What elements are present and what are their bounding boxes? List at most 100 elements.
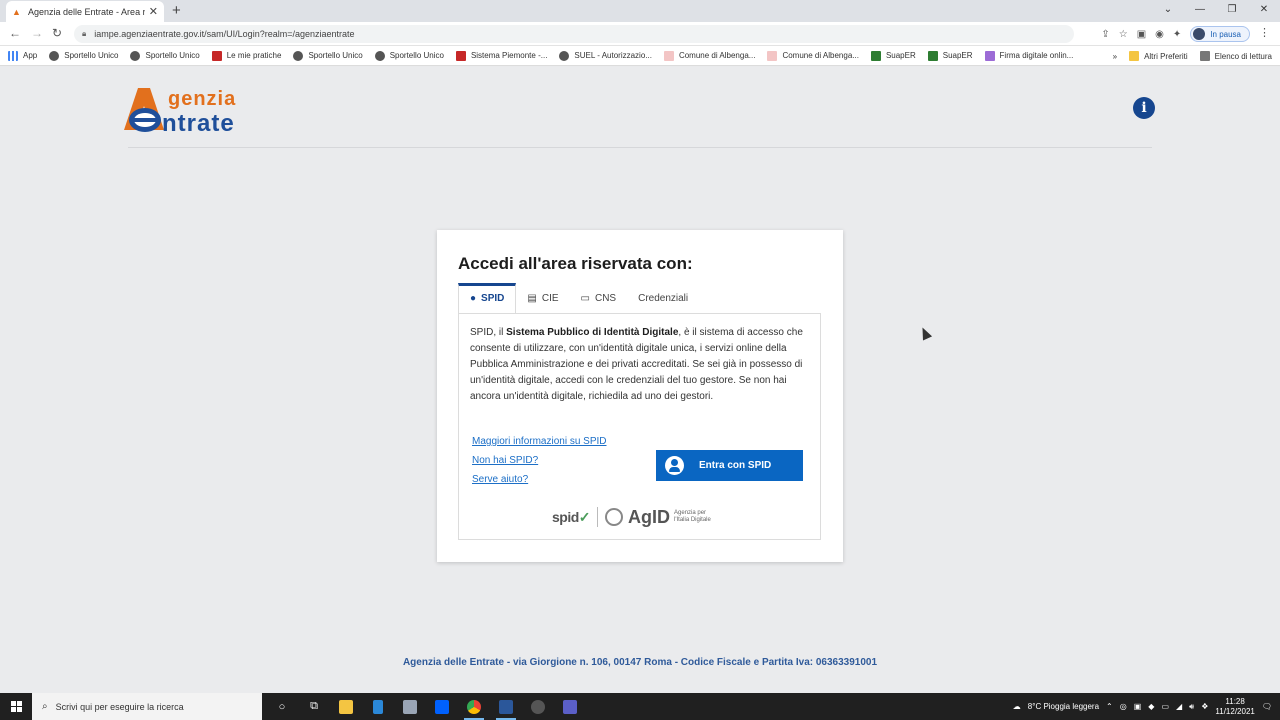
volume-icon[interactable]: 🔊︎ — [1189, 702, 1194, 712]
tray-app-icon[interactable]: ▣ — [1134, 702, 1142, 711]
folder-icon — [339, 699, 353, 714]
logo-separator — [597, 507, 599, 527]
dropbox-tray-icon[interactable]: ◆ — [1148, 702, 1154, 711]
link-more-info-spid[interactable]: Maggiori informazioni su SPID — [472, 432, 607, 451]
app-button[interactable] — [362, 693, 394, 720]
bookmark-item[interactable]: Sportello Unico — [130, 50, 200, 61]
tab-search-icon[interactable]: ⌄ — [1152, 0, 1184, 22]
agenzia-favicon-icon: ▲ — [12, 6, 21, 17]
agenzia-entrate-logo[interactable]: genzia ntrate — [124, 84, 304, 140]
info-icon[interactable]: i — [1133, 97, 1155, 119]
weather-text[interactable]: 8°C Pioggia leggera — [1028, 702, 1099, 711]
chrome-icon — [467, 699, 481, 714]
reading-list-button[interactable]: Elenco di lettura — [1199, 51, 1272, 61]
link-help[interactable]: Serve aiuto? — [472, 470, 607, 489]
chrome-button[interactable] — [458, 693, 490, 720]
bookmark-item[interactable]: SUEL - Autorizzazio... — [559, 50, 652, 61]
bookmark-item[interactable]: App — [8, 50, 37, 61]
tab-close-icon[interactable]: ✕ — [149, 5, 158, 18]
app-button[interactable] — [394, 693, 426, 720]
extension-icon[interactable]: ▣ — [1137, 29, 1146, 40]
lock-icon: 🔒︎ — [82, 29, 87, 38]
profile-button[interactable]: In pausa — [1190, 26, 1250, 42]
taskbar-search[interactable]: ⌕ Scrivi qui per eseguire la ricerca — [32, 693, 262, 720]
teams-button[interactable] — [554, 693, 586, 720]
network-icon[interactable]: ◢ — [1176, 702, 1182, 711]
notifications-icon[interactable]: 🗨︎ — [1262, 702, 1272, 711]
battery-icon[interactable]: ▭ — [1161, 702, 1169, 711]
start-button[interactable] — [0, 693, 32, 720]
app-button[interactable] — [522, 693, 554, 720]
other-bookmarks-folder[interactable]: Altri Preferiti — [1129, 51, 1188, 61]
bookmark-item[interactable]: Sportello Unico — [49, 50, 118, 61]
taskbar-search-placeholder: Scrivi qui per eseguire la ricerca — [55, 701, 184, 712]
clock[interactable]: 11:28 11/12/2021 — [1215, 697, 1254, 717]
spid-panel: SPID, il Sistema Pubblico di Identità Di… — [458, 313, 821, 540]
task-view-button[interactable]: ⧉ — [298, 693, 330, 720]
tray-chevron-icon[interactable]: ⌃ — [1106, 702, 1113, 711]
bookmarks-more-button[interactable]: » — [1113, 52, 1117, 61]
close-window-icon[interactable]: ✕ — [1248, 0, 1280, 22]
minimize-icon[interactable]: — — [1184, 0, 1216, 22]
maximize-icon[interactable]: ❐ — [1216, 0, 1248, 22]
browser-tabbar: ▲ Agenzia delle Entrate - Area rise ✕ + … — [0, 0, 1280, 22]
window-controls: ⌄ — ❐ ✕ — [1152, 0, 1280, 22]
bookmark-item[interactable]: SuapER — [870, 50, 916, 61]
user-circle-icon: ● — [470, 293, 477, 304]
calculator-icon — [403, 699, 417, 714]
tab-cie[interactable]: ▤ CIE — [516, 283, 569, 313]
spid-links: Maggiori informazioni su SPID Non hai SP… — [472, 432, 607, 489]
avatar — [1193, 28, 1206, 40]
cortana-button[interactable]: ○ — [266, 693, 298, 720]
forward-arrow-icon[interactable]: → — [31, 26, 43, 40]
bookmark-item[interactable]: Sportello Unico — [374, 50, 444, 61]
bookmark-item[interactable]: Comune di Albenga... — [767, 50, 859, 61]
share-icon[interactable]: ⇪ — [1101, 29, 1109, 40]
mouse-cursor-icon — [917, 325, 933, 341]
back-arrow-icon[interactable]: ← — [9, 26, 21, 40]
logo-word-agenzia: genzia — [168, 88, 237, 110]
enter-with-spid-button[interactable]: Entra con SPID — [656, 450, 803, 481]
bookmark-item[interactable]: SuapER — [927, 50, 973, 61]
link-no-spid[interactable]: Non hai SPID? — [472, 451, 607, 470]
extension-circle-icon[interactable]: ◉ — [1155, 29, 1164, 40]
puzzle-icon[interactable]: ✦ — [1173, 29, 1181, 40]
file-explorer-button[interactable] — [330, 693, 362, 720]
bookmark-item[interactable]: Sistema Piemonte -... — [455, 50, 547, 61]
reading-list-icon — [1199, 51, 1210, 61]
page-content: genzia ntrate i Accedi all'area riservat… — [0, 67, 1280, 693]
clock-time: 11:28 — [1225, 696, 1245, 706]
check-icon: ✓ — [578, 508, 591, 525]
bookmark-item[interactable]: Comune di Albenga... — [663, 50, 755, 61]
login-title: Accedi all'area riservata con: — [458, 254, 693, 273]
phone-icon — [373, 699, 383, 714]
tab-spid[interactable]: ● SPID — [458, 283, 517, 313]
toolbar-icons: ⇪ ☆ ▣ ◉ ✦ In pausa — [1101, 26, 1250, 42]
tray-app-icon[interactable]: ◎ — [1120, 702, 1127, 711]
reload-icon[interactable]: ↻ — [52, 26, 62, 40]
bookmark-star-icon[interactable]: ☆ — [1119, 29, 1128, 40]
bookmark-item[interactable]: Sportello Unico — [293, 50, 363, 61]
browser-tab[interactable]: ▲ Agenzia delle Entrate - Area rise ✕ — [6, 1, 164, 22]
teams-icon — [563, 699, 577, 714]
favicon-icon — [211, 50, 222, 61]
tab-cns[interactable]: ▭ CNS — [570, 283, 628, 313]
logo-word-entrate: ntrate — [162, 110, 235, 137]
bookmark-item[interactable]: Firma digitale onlin... — [984, 50, 1073, 61]
tray-dropbox-icon[interactable]: ❖ — [1201, 702, 1208, 711]
italian-emblem-icon — [605, 508, 624, 526]
clock-date: 11/12/2021 — [1215, 706, 1255, 716]
word-button[interactable] — [490, 693, 522, 720]
dropbox-button[interactable] — [426, 693, 458, 720]
menu-kebab-icon[interactable]: ⋮ — [1259, 26, 1270, 39]
logo-mark-icon — [124, 88, 164, 132]
spid-description: SPID, il Sistema Pubblico di Identità Di… — [470, 327, 803, 402]
tab-title: Agenzia delle Entrate - Area rise — [28, 6, 145, 17]
bookmark-item[interactable]: Le mie pratiche — [211, 50, 281, 61]
url-text: iampe.agenziaentrate.gov.it/sam/UI/Login… — [94, 29, 355, 39]
bookmarks-right: » Altri Preferiti Elenco di lettura — [1113, 46, 1272, 66]
new-tab-button[interactable]: + — [172, 2, 181, 19]
favicon-icon — [455, 50, 466, 61]
address-bar[interactable]: 🔒︎ iampe.agenziaentrate.gov.it/sam/UI/Lo… — [74, 25, 1074, 43]
tab-credenziali[interactable]: Credenziali — [627, 283, 699, 313]
